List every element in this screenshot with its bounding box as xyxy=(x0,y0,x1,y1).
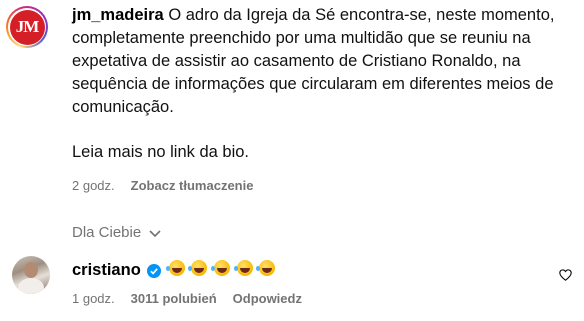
comment: cristiano xyxy=(72,260,277,281)
comment-likes[interactable]: 3011 polubień xyxy=(131,291,217,306)
verified-badge-icon xyxy=(146,263,161,278)
jm-logo: JM xyxy=(9,9,45,45)
comment-username[interactable]: cristiano xyxy=(72,261,141,280)
avatar-ring: JM xyxy=(8,8,46,46)
like-comment-button[interactable] xyxy=(559,268,572,286)
rofl-emoji-icon xyxy=(210,260,230,276)
comment-meta: 1 godz. 3011 polubień Odpowiedz xyxy=(72,291,302,306)
chevron-down-icon xyxy=(149,229,161,237)
read-more-text: Leia mais no link da bio. xyxy=(72,143,250,161)
translate-button[interactable]: Zobacz tłumaczenie xyxy=(131,178,254,193)
rofl-emoji-icon xyxy=(188,260,208,276)
comment-time: 1 godz. xyxy=(72,291,115,306)
post-meta: 2 godz. Zobacz tłumaczenie xyxy=(72,178,253,193)
cristiano-avatar[interactable] xyxy=(12,256,50,294)
rofl-emoji-icon xyxy=(233,260,253,276)
post-username[interactable]: jm_madeira xyxy=(72,6,164,24)
rofl-emoji-icon xyxy=(256,260,276,276)
rofl-emoji-icon xyxy=(165,260,185,276)
filter-label: Dla Ciebie xyxy=(72,224,142,241)
jm-madeira-avatar[interactable]: JM xyxy=(6,6,48,48)
post-caption: jm_madeira O adro da Igreja da Sé encont… xyxy=(72,4,572,164)
post-time: 2 godz. xyxy=(72,178,115,193)
reply-button[interactable]: Odpowiedz xyxy=(233,291,302,306)
comments-filter-dropdown[interactable]: Dla Ciebie xyxy=(72,224,161,241)
heart-outline-icon xyxy=(559,269,572,281)
comment-emojis xyxy=(165,260,277,281)
